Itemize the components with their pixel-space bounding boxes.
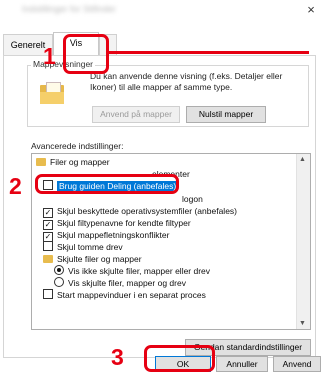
title-bar: Indstillinger for Stifinder × [0,0,323,22]
list-item[interactable]: Skjul tomme drev [43,241,123,253]
list-item[interactable]: ✓ Skjul mappefletningskonflikter [43,229,169,242]
callout-number-3: 3 [111,344,124,370]
chevron-down-icon[interactable]: ▼ [299,320,306,327]
close-icon[interactable]: × [304,3,318,17]
list-item[interactable]: Start mappevinduer i en separat proces [43,289,206,301]
list-item: Filer og mapper [36,156,110,168]
chevron-up-icon[interactable]: ▲ [299,156,306,163]
apply-to-folders-button[interactable]: Anvend på mapper [92,106,180,123]
folder-icon [40,82,64,104]
list-item[interactable]: ✓ Skjul beskyttede operativsystemfiler (a… [43,205,237,218]
callout-highlight-vis-tab [63,34,109,74]
reset-folders-button[interactable]: Nulstil mapper [186,106,266,123]
list-item[interactable]: Vis ikke skjulte filer, mapper eller dre… [54,265,210,277]
list-item[interactable]: Vis skjulte filer, mapper og drev [54,277,186,289]
checkbox[interactable] [43,241,53,251]
folder-icon [36,158,46,166]
advanced-settings-label: Avancerede indstillinger: [31,141,124,151]
cancel-button[interactable]: Annuller [216,356,268,372]
callout-number-1: 1 [43,43,56,69]
folder-views-description: Du kan anvende denne visning (f.eks. Det… [90,71,283,92]
callout-number-2: 2 [9,173,22,199]
list-item[interactable]: logon [182,193,203,205]
list-item[interactable]: ✓ Skjul filtypenavne for kendte filtyper [43,217,191,230]
folder-icon [43,255,53,263]
radio[interactable] [54,277,64,287]
apply-button[interactable]: Anvend [273,356,321,372]
callout-highlight-ok [144,345,215,372]
callout-highlight-sharing-wizard [35,174,179,194]
scrollbar[interactable]: ▲ ▼ [296,154,310,329]
radio-selected[interactable] [54,265,64,275]
callout-line [109,51,309,54]
checkbox[interactable] [43,289,53,299]
list-item: Skjulte filer og mapper [43,253,142,265]
window-title: Indstillinger for Stifinder [22,4,117,14]
